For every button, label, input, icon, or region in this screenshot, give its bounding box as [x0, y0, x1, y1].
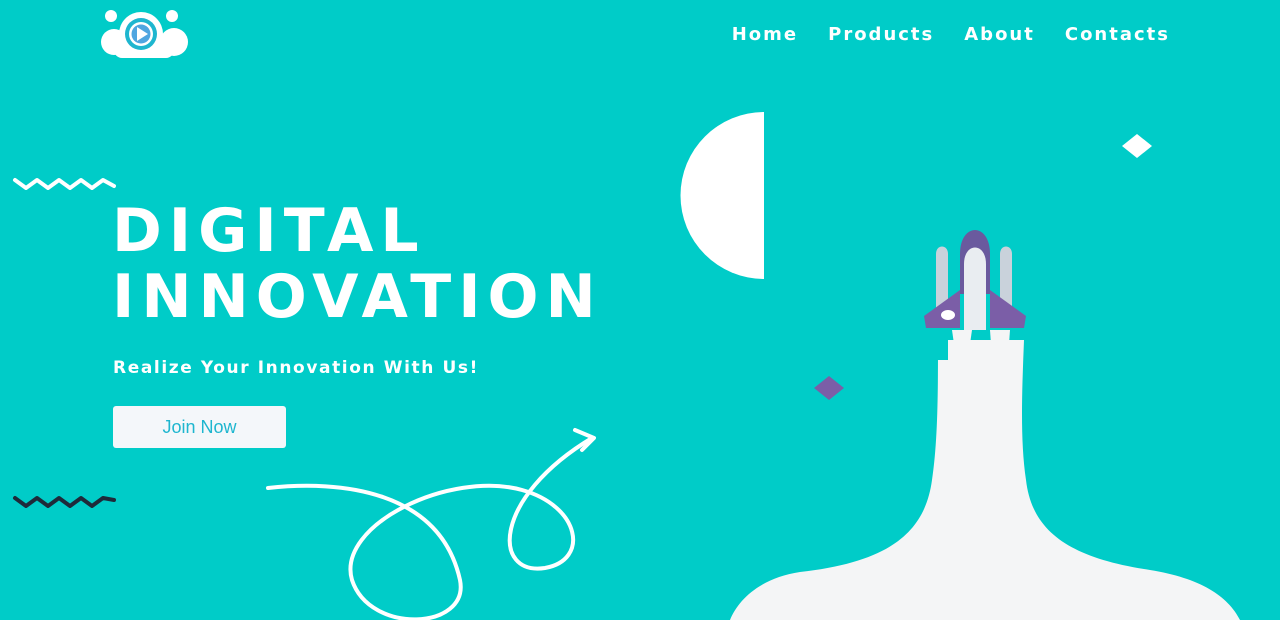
- main-nav: Home Products About Contacts: [702, 24, 1170, 45]
- landing-page: Home Products About Contacts DIGITAL INN…: [0, 0, 1280, 620]
- cloud-play-logo[interactable]: [100, 6, 192, 62]
- hero-title: DIGITAL INNOVATION: [112, 198, 603, 330]
- zigzag-decoration-dark: [13, 496, 116, 508]
- nav-home[interactable]: Home: [732, 24, 798, 45]
- rocket-smoke-trail: [730, 330, 1240, 620]
- nav-contacts[interactable]: Contacts: [1065, 24, 1170, 45]
- half-moon-decoration: [680, 112, 764, 279]
- hero-title-line1: DIGITAL: [112, 196, 426, 266]
- nav-products[interactable]: Products: [828, 24, 934, 45]
- rocket-icon: [924, 230, 1026, 330]
- looping-arrow-decoration: [266, 428, 596, 620]
- logo-icon: [101, 10, 188, 58]
- hero-title-line2: INNOVATION: [112, 262, 603, 332]
- nav-about[interactable]: About: [964, 24, 1035, 45]
- diamond-decoration-white: [1122, 134, 1152, 158]
- hero-tagline: Realize Your Innovation With Us!: [113, 358, 479, 378]
- zigzag-decoration-white: [13, 178, 116, 190]
